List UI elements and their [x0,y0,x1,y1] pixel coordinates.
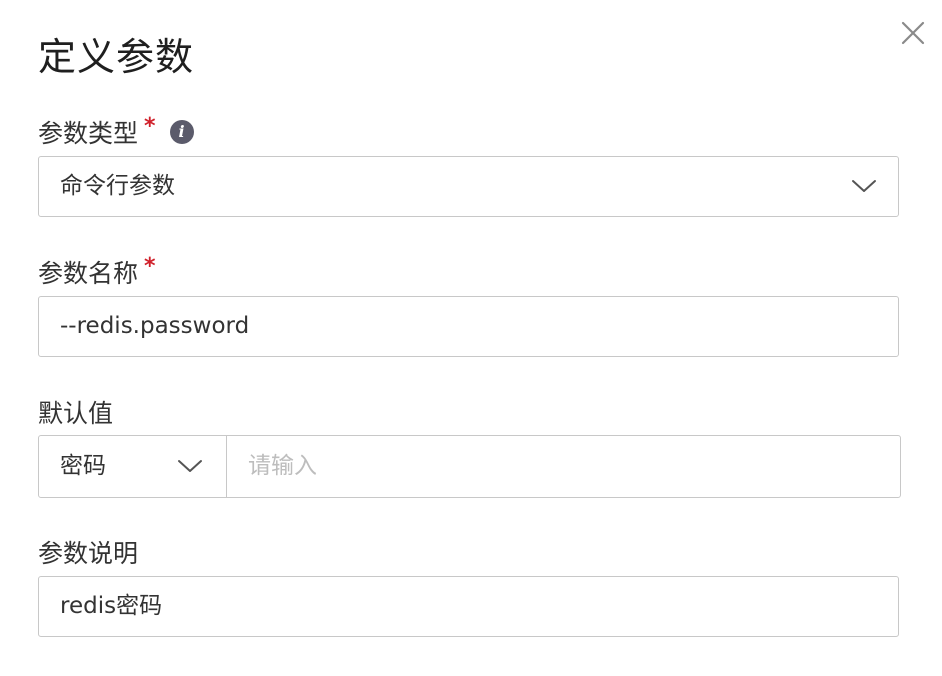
required-mark: * [144,253,156,279]
default-value-label: 默认值 [38,399,114,428]
chevron-down-icon [851,177,877,195]
param-name-label-row: 参数名称 * [38,254,156,290]
param-type-label-row: 参数类型 * i [38,114,194,150]
param-desc-label: 参数说明 [38,539,139,568]
dialog-title: 定义参数 [38,35,195,79]
param-type-value: 命令行参数 [60,173,175,199]
chevron-down-icon [177,457,203,475]
info-icon[interactable]: i [169,120,194,144]
default-value-input[interactable]: 请输入 [226,435,901,498]
close-icon[interactable] [898,18,928,48]
default-value-label-row: 默认值 [38,394,113,430]
default-value-type-value: 密码 [60,453,106,479]
default-value-placeholder: 请输入 [248,453,317,479]
param-desc-label-row: 参数说明 [38,534,138,570]
default-value-type-select[interactable]: 密码 [38,435,227,498]
param-type-select[interactable]: 命令行参数 [38,156,899,217]
param-name-label: 参数名称 [38,259,139,288]
define-param-dialog: 定义参数 参数类型 * i 命令行参数 参数名称 * --redis.passw… [0,0,942,676]
default-value-group: 密码 请输入 [38,435,901,498]
param-desc-value: redis密码 [60,593,163,619]
required-mark: * [144,113,156,139]
param-name-value: --redis.password [60,313,250,339]
param-desc-input[interactable]: redis密码 [38,576,899,637]
param-type-label: 参数类型 [38,119,139,148]
param-name-input[interactable]: --redis.password [38,296,899,357]
